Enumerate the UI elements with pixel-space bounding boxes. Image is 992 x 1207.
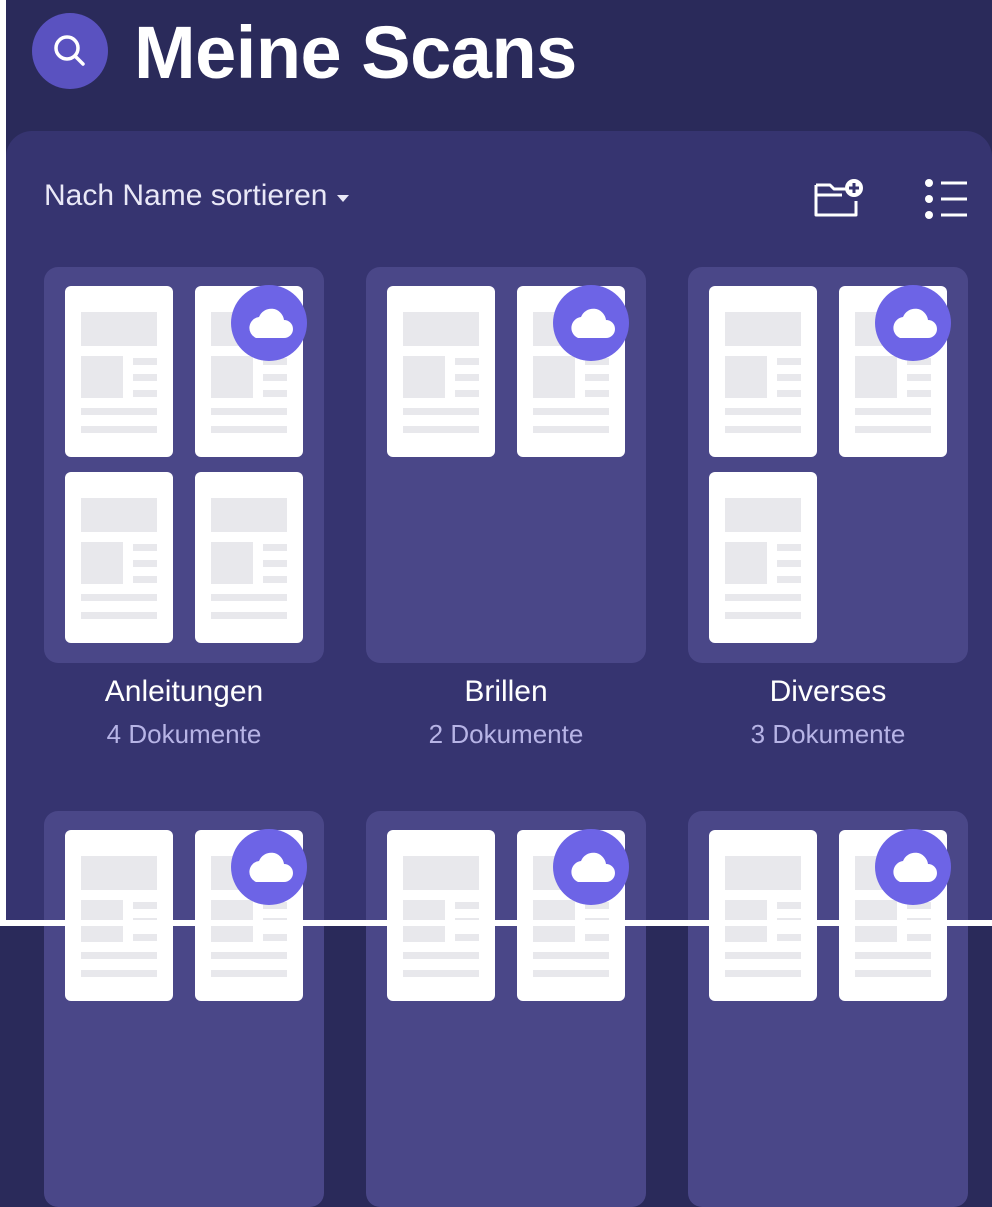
scans-panel: Nach Name sortieren Anleitungen 4 Dokumen… (6, 131, 992, 1207)
document-thumbnail (65, 830, 173, 1001)
cloud-icon (249, 852, 293, 882)
sort-dropdown[interactable]: Nach Name sortieren (44, 179, 350, 213)
cloud-icon (249, 308, 293, 338)
document-thumbnail (387, 830, 495, 1001)
document-thumbnail (65, 286, 173, 457)
folder-thumbnail[interactable] (688, 811, 968, 1207)
document-thumbnail (709, 286, 817, 457)
document-thumbnail (387, 286, 495, 457)
cloud-sync-badge (875, 829, 951, 905)
cloud-sync-badge (553, 285, 629, 361)
caret-down-icon (337, 194, 350, 202)
new-folder-button[interactable] (811, 175, 867, 223)
folder-document-count: 3 Dokumente (750, 719, 906, 749)
cloud-sync-badge (231, 285, 307, 361)
folder-thumbnail[interactable] (44, 267, 324, 663)
folder-thumbnail[interactable] (688, 267, 968, 663)
document-thumbnail (709, 830, 817, 1001)
search-icon (54, 35, 85, 66)
cloud-icon (893, 852, 937, 882)
sort-label: Nach Name sortieren (44, 179, 328, 212)
cloud-sync-badge (875, 285, 951, 361)
screen-edge-bottom (0, 920, 992, 926)
folder-document-count: 4 Dokumente (106, 719, 262, 749)
folder-plus-icon (814, 179, 863, 217)
list-view-button[interactable] (918, 175, 974, 223)
cloud-icon (893, 308, 937, 338)
cloud-sync-badge (553, 829, 629, 905)
search-button[interactable] (32, 13, 108, 89)
cloud-icon (571, 308, 615, 338)
folder-thumbnail[interactable] (366, 267, 646, 663)
document-thumbnail (65, 472, 173, 643)
document-thumbnail (195, 472, 303, 643)
folder-thumbnail[interactable] (366, 811, 646, 1207)
folder-thumbnail[interactable] (44, 811, 324, 1207)
list-view-icon (925, 179, 967, 219)
document-thumbnail (709, 472, 817, 643)
cloud-sync-badge (231, 829, 307, 905)
top-bar: Meine Scans (6, 0, 992, 131)
folder-name: Brillen (464, 675, 548, 708)
folder-document-count: 2 Dokumente (428, 719, 584, 749)
folder-name: Anleitungen (104, 675, 264, 708)
page-title: Meine Scans (134, 11, 577, 94)
cloud-icon (571, 852, 615, 882)
folder-name: Diverses (769, 675, 887, 708)
